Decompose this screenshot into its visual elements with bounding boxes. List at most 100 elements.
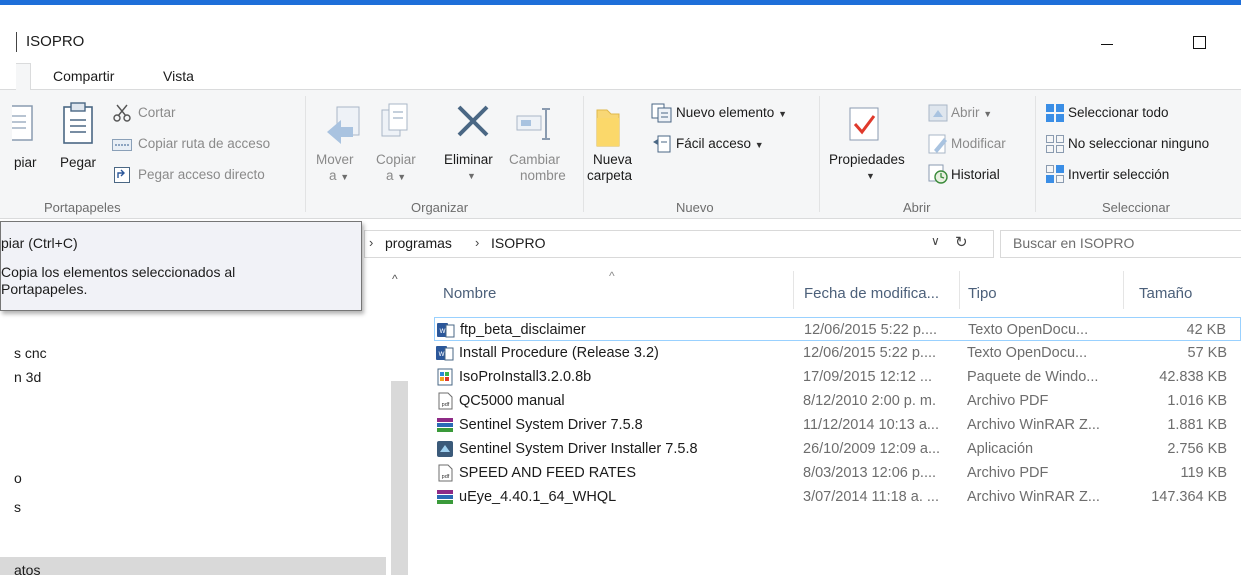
maximize-button[interactable] xyxy=(1178,25,1224,59)
scroll-up-arrow-icon[interactable]: ^ xyxy=(392,272,398,286)
group-label-abrir: Abrir xyxy=(903,200,931,215)
ribbon: piar Pegar Cortar Copiar ruta de acceso … xyxy=(0,90,1241,219)
file-type: Paquete de Windo... xyxy=(967,369,1099,385)
file-size: 42 KB xyxy=(1186,322,1227,338)
file-name: uEye_4.40.1_64_WHQL xyxy=(459,489,617,505)
new-folder-label-2: carpeta xyxy=(587,168,633,183)
tooltip-body-line1: Copia los elementos seleccionados al xyxy=(1,264,236,280)
new-folder-icon xyxy=(596,109,620,147)
file-size: 2.756 KB xyxy=(1167,441,1227,457)
file-name: SPEED AND FEED RATES xyxy=(459,465,636,481)
history-icon xyxy=(928,164,948,184)
search-placeholder[interactable]: Buscar en ISOPRO xyxy=(1013,235,1134,251)
file-size: 1.016 KB xyxy=(1167,393,1227,409)
installer-app-icon xyxy=(436,440,454,458)
edit-label: Modificar xyxy=(951,136,1006,151)
group-label-portapapeles: Portapapeles xyxy=(44,200,121,215)
file-date: 8/12/2010 2:00 p. m. xyxy=(803,393,937,409)
file-date: 3/07/2014 11:18 a. ... xyxy=(803,489,939,505)
file-date: 12/06/2015 5:22 p.... xyxy=(803,345,937,361)
file-row[interactable]: pdf QC5000 manual 8/12/2010 2:00 p. m. Arch… xyxy=(434,389,1241,413)
file-row[interactable]: pdf SPEED AND FEED RATES 8/03/2013 12:06 p… xyxy=(434,461,1241,485)
new-item-label: Nuevo elemento ▼ xyxy=(676,105,787,120)
file-row[interactable]: w ftp_beta_disclaimer 12/06/2015 5:22 p...… xyxy=(434,317,1241,341)
group-separator xyxy=(819,96,820,212)
column-header-date[interactable]: Fecha de modifica... xyxy=(804,285,939,302)
file-type: Archivo WinRAR Z... xyxy=(967,417,1100,433)
column-separator xyxy=(1123,271,1124,309)
new-item-icon xyxy=(651,103,672,123)
file-name: IsoProInstall3.2.0.8b xyxy=(459,369,592,385)
minimize-button[interactable] xyxy=(1084,25,1130,59)
nav-item[interactable]: s xyxy=(14,499,21,515)
properties-check-icon xyxy=(849,107,879,141)
column-header-size[interactable]: Tamaño xyxy=(1139,285,1192,302)
group-label-seleccionar: Seleccionar xyxy=(1102,200,1170,215)
breadcrumb-programas[interactable]: programas xyxy=(385,235,452,251)
svg-text:w: w xyxy=(438,349,445,358)
paste-label: Pegar xyxy=(60,155,97,170)
paste-shortcut-icon xyxy=(114,167,130,183)
search-box[interactable]: Buscar en ISOPRO xyxy=(1000,230,1241,258)
file-name: ftp_beta_disclaimer xyxy=(460,322,586,338)
breadcrumb-separator-icon: › xyxy=(475,235,480,250)
delete-x-icon xyxy=(457,105,489,137)
file-type: Texto OpenDocu... xyxy=(968,322,1089,338)
scissors-icon xyxy=(113,104,131,122)
sort-ascending-icon: ^ xyxy=(609,269,615,283)
file-size: 1.881 KB xyxy=(1167,417,1227,433)
paste-shortcut-label: Pegar acceso directo xyxy=(138,167,265,182)
file-type: Texto OpenDocu... xyxy=(967,345,1088,361)
file-date: 12/06/2015 5:22 p.... xyxy=(804,322,938,338)
easy-access-label: Fácil acceso ▼ xyxy=(676,136,764,151)
group-separator xyxy=(1035,96,1036,212)
select-all-icon xyxy=(1046,104,1064,122)
edit-icon xyxy=(928,134,947,154)
breadcrumb-isopro[interactable]: ISOPRO xyxy=(491,235,545,251)
column-header-name-label: Nombre xyxy=(443,285,497,302)
open-icon xyxy=(928,104,948,122)
file-size: 57 KB xyxy=(1187,345,1228,361)
select-none-label: No seleccionar ninguno xyxy=(1068,136,1210,151)
group-separator xyxy=(305,96,306,212)
file-row[interactable]: Sentinel System Driver Installer 7.5.8 26… xyxy=(434,437,1241,461)
column-header-type[interactable]: Tipo xyxy=(968,285,997,302)
tab-vista[interactable]: Vista xyxy=(163,68,194,84)
file-type: Archivo WinRAR Z... xyxy=(967,489,1100,505)
nav-scrollbar-thumb[interactable] xyxy=(391,381,408,575)
svg-text:w: w xyxy=(439,326,446,335)
pdf-file-icon: pdf xyxy=(436,464,454,482)
explorer-window: ISOPRO Compartir Vista piar Pegar Cortar… xyxy=(0,0,1241,575)
address-history-chevron-icon[interactable]: ∨ xyxy=(931,234,940,248)
refresh-icon[interactable]: ↻ xyxy=(955,233,968,251)
winrar-archive-icon xyxy=(436,416,454,434)
nav-item[interactable]: atos xyxy=(14,562,40,575)
navigation-pane: s cnc n 3d o s atos xyxy=(0,269,386,575)
tab-compartir[interactable]: Compartir xyxy=(53,68,114,84)
file-type: Archivo PDF xyxy=(967,393,1049,409)
address-bar[interactable]: › programas › ISOPRO ∨ ↻ xyxy=(364,230,994,258)
copy-to-label-2: a ▼ xyxy=(386,168,407,183)
breadcrumb-separator-icon: › xyxy=(369,235,374,250)
column-separator xyxy=(793,271,794,309)
file-row[interactable]: uEye_4.40.1_64_WHQL 3/07/2014 11:18 a. ..… xyxy=(434,485,1241,509)
window-title: ISOPRO xyxy=(26,33,85,50)
nav-item[interactable]: s cnc xyxy=(14,345,47,361)
file-date: 17/09/2015 12:12 ... xyxy=(803,369,932,385)
properties-dropdown-caret[interactable]: ▼ xyxy=(866,171,875,181)
tab-inicio[interactable] xyxy=(16,63,31,91)
file-row[interactable]: IsoProInstall3.2.0.8b 17/09/2015 12:12 ..… xyxy=(434,365,1241,389)
delete-dropdown-caret[interactable]: ▼ xyxy=(467,171,476,181)
invert-selection-icon xyxy=(1046,165,1064,183)
select-none-icon xyxy=(1046,135,1064,153)
file-name: QC5000 manual xyxy=(459,393,565,409)
rename-label-2: nombre xyxy=(520,168,566,183)
file-row[interactable]: Sentinel System Driver 7.5.8 11/12/2014 1… xyxy=(434,413,1241,437)
nav-item[interactable]: n 3d xyxy=(14,369,41,385)
nav-item[interactable]: o xyxy=(14,470,22,486)
file-type: Archivo PDF xyxy=(967,465,1049,481)
file-size: 147.364 KB xyxy=(1151,489,1227,505)
tooltip-body-line2: Portapapeles. xyxy=(1,281,88,297)
file-row[interactable]: w Install Procedure (Release 3.2) 12/06/20… xyxy=(434,341,1241,365)
cut-label: Cortar xyxy=(138,105,176,120)
